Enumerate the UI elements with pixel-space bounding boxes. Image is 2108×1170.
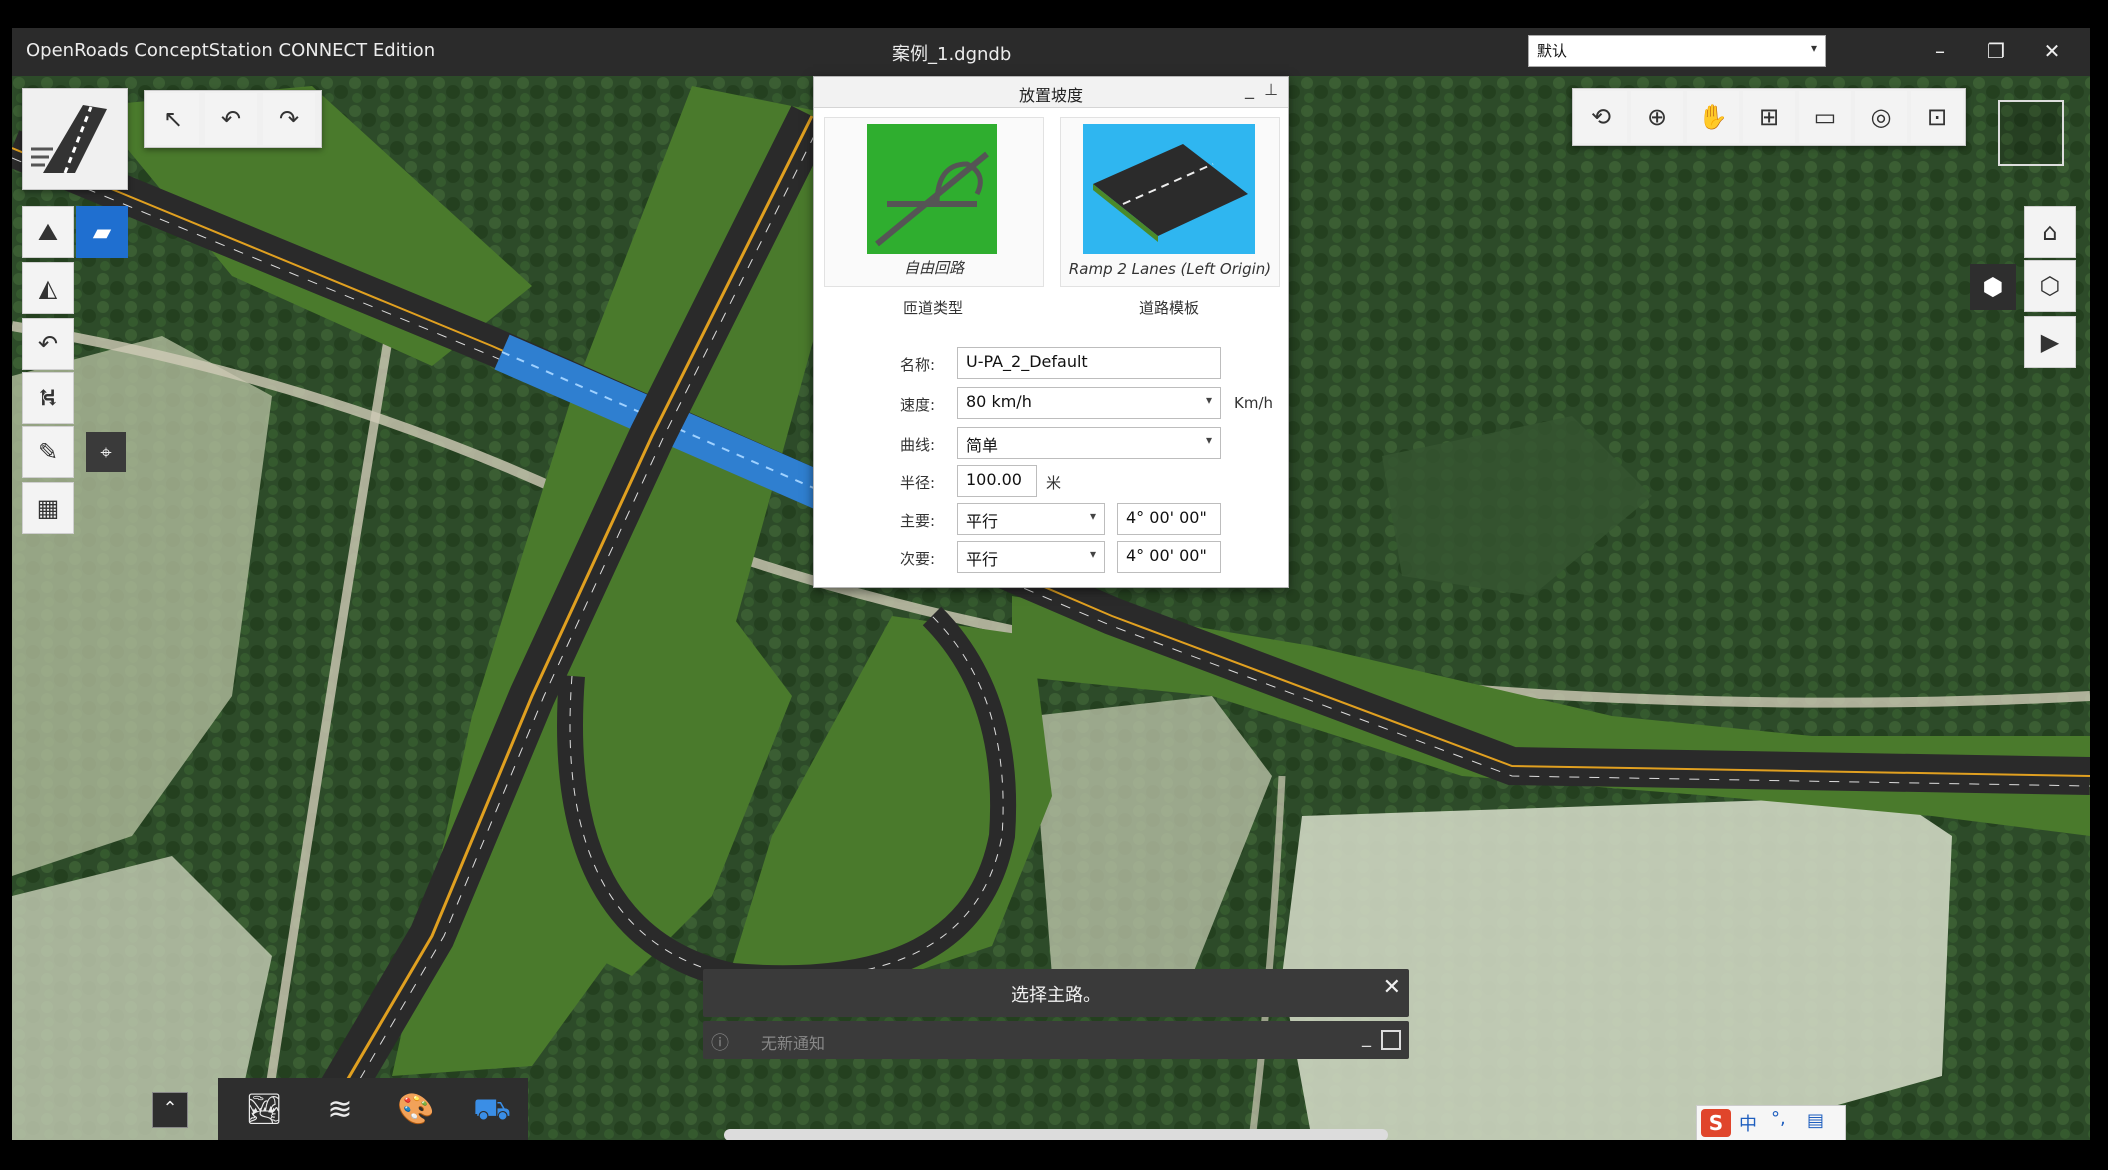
palette-icon[interactable]: 🎨 [394, 1088, 438, 1132]
pan-view-button[interactable]: ✋ [1687, 91, 1739, 143]
logo-tile[interactable] [22, 88, 128, 190]
curve-tool-icon[interactable]: ↶ [22, 318, 74, 370]
dialog-minimize-button[interactable]: _ [1245, 79, 1254, 100]
chevron-down-icon: ▾ [1089, 509, 1096, 523]
road-tool-icon[interactable]: ▰ [76, 206, 128, 258]
minor-angle-field[interactable]: 4° 00' 00" [1117, 541, 1221, 573]
rotate-view-button[interactable]: ⟲ [1575, 91, 1627, 143]
keyboard-icon: ▤ [1807, 1110, 1825, 1131]
speed-value: 80 km/h [966, 392, 1032, 411]
radius-unit: 米 [1046, 474, 1062, 492]
radius-field[interactable]: 100.00 [957, 465, 1037, 497]
navigation-cube[interactable] [1998, 100, 2064, 166]
terrain-tool-icon[interactable]: ⛰ [22, 206, 74, 258]
major-select[interactable]: 平行 ▾ [957, 503, 1105, 535]
chevron-down-icon: ▾ [1810, 41, 1817, 55]
curve-value: 简单 [966, 436, 999, 455]
ramp-type-card[interactable]: 自由回路 [824, 117, 1044, 287]
file-name: 案例_1.dgndb [892, 44, 1012, 65]
road-template-thumbnail-icon [1083, 124, 1255, 254]
zoom-out-button[interactable]: ⊡ [1911, 91, 1963, 143]
notification-expand-button[interactable] [1381, 1030, 1401, 1050]
notification-text: 无新通知 [761, 1034, 826, 1053]
snap-icon[interactable]: ⌖ [86, 432, 126, 472]
close-button[interactable]: ✕ [2034, 34, 2070, 68]
app-title: OpenRoads ConceptStation CONNECT Edition [26, 40, 436, 61]
road-template-label: 道路模板 [1138, 299, 1199, 317]
chevron-down-icon: ▾ [1205, 393, 1212, 407]
view-combo-value: 默认 [1537, 42, 1568, 60]
walk-view-button[interactable]: ⊕ [1631, 91, 1683, 143]
road-design-icon[interactable]: ⛟ [470, 1088, 514, 1132]
ramp-type-label: 匝道类型 [902, 299, 963, 317]
minor-label: 次要: [900, 550, 936, 568]
select-button[interactable]: ↖ [147, 93, 199, 145]
info-icon: ⓘ [711, 1033, 729, 1054]
camera-button[interactable]: ▶ [2024, 316, 2076, 368]
solid-view-icon[interactable]: ⬢ [1970, 264, 2016, 310]
measure-tool-icon[interactable]: ✎ [22, 426, 74, 478]
title-bar: OpenRoads ConceptStation CONNECT Edition… [12, 28, 2090, 76]
edit-toolbar: ↖ ↶ ↷ [144, 90, 322, 148]
notification-bar: ⓘ 无新通知 _ [703, 1021, 1409, 1059]
chevron-down-icon: ▾ [1205, 433, 1212, 447]
road-logo-icon [31, 105, 107, 174]
redo-button[interactable]: ↷ [263, 93, 315, 145]
horizontal-scrollbar[interactable] [724, 1129, 1388, 1140]
road-template-card[interactable]: Ramp 2 Lanes (Left Origin) [1060, 117, 1280, 287]
name-field[interactable]: U-PA_2_Default [957, 347, 1221, 379]
minor-value: 平行 [966, 550, 999, 569]
undo-button[interactable]: ↶ [205, 93, 257, 145]
notification-minimize-button[interactable]: _ [1362, 1027, 1371, 1048]
name-label: 名称: [900, 356, 936, 374]
expand-up-button[interactable]: ⌃ [152, 1092, 188, 1128]
layers-icon[interactable]: ≋ [318, 1088, 362, 1132]
prompt-bar: 选择主路。 ✕ [703, 969, 1409, 1017]
ramp-tool-icon[interactable]: ◭ [22, 262, 74, 314]
minor-select[interactable]: 平行 ▾ [957, 541, 1105, 573]
dialog-header: 放置坡度 _ ⊥ [814, 77, 1288, 108]
fit-view-button[interactable]: ▭ [1799, 91, 1851, 143]
dialog-title: 放置坡度 [1018, 86, 1083, 105]
view-combo[interactable]: 默认 ▾ [1528, 35, 1826, 67]
punctuation-icon: °, [1771, 1108, 1786, 1129]
minimize-button[interactable]: – [1922, 34, 1958, 68]
objects-tool-icon[interactable]: ▦ [22, 482, 74, 534]
place-ramp-dialog: 放置坡度 _ ⊥ 自由回路 Ramp 2 Lanes (Left Origin)… [813, 76, 1289, 588]
image-icon[interactable]: 🏞 [242, 1088, 286, 1132]
major-angle-field[interactable]: 4° 00' 00" [1117, 503, 1221, 535]
sogou-logo-icon: S [1701, 1109, 1731, 1137]
ramp-type-caption: 自由回路 [903, 259, 964, 277]
prompt-close-button[interactable]: ✕ [1383, 975, 1401, 1000]
speed-label: 速度: [900, 396, 936, 414]
app-window: OpenRoads ConceptStation CONNECT Edition… [12, 28, 2090, 1140]
curve-select[interactable]: 简单 ▾ [957, 427, 1221, 459]
intersection-tool-icon[interactable]: ⛕ [22, 372, 74, 424]
3d-view-button[interactable]: ⬡ [2024, 260, 2076, 312]
ime-toolbar[interactable]: S 中 °, ▤ [1696, 1105, 1846, 1140]
pin-icon[interactable]: ⊥ [1264, 80, 1278, 99]
home-view-button[interactable]: ⌂ [2024, 206, 2076, 258]
prompt-message: 选择主路。 [1011, 985, 1101, 1006]
chevron-down-icon: ▾ [1089, 547, 1096, 561]
speed-select[interactable]: 80 km/h ▾ [957, 387, 1221, 419]
view-toolbar: ⟲ ⊕ ✋ ⊞ ▭ ◎ ⊡ [1572, 88, 1966, 146]
radius-label: 半径: [900, 474, 936, 492]
restore-button[interactable]: ❐ [1978, 34, 2014, 68]
major-label: 主要: [900, 512, 936, 530]
road-template-caption: Ramp 2 Lanes (Left Origin) [1068, 260, 1272, 278]
cloverleaf-thumbnail-icon [867, 124, 997, 254]
zoom-window-button[interactable]: ⊞ [1743, 91, 1795, 143]
major-value: 平行 [966, 512, 999, 531]
ime-mode: 中 [1739, 1114, 1757, 1135]
bottom-toolbar: 🏞 ≋ 🎨 ⛟ [218, 1078, 528, 1140]
curve-label: 曲线: [900, 436, 936, 454]
zoom-in-button[interactable]: ◎ [1855, 91, 1907, 143]
speed-unit: Km/h [1234, 394, 1274, 412]
